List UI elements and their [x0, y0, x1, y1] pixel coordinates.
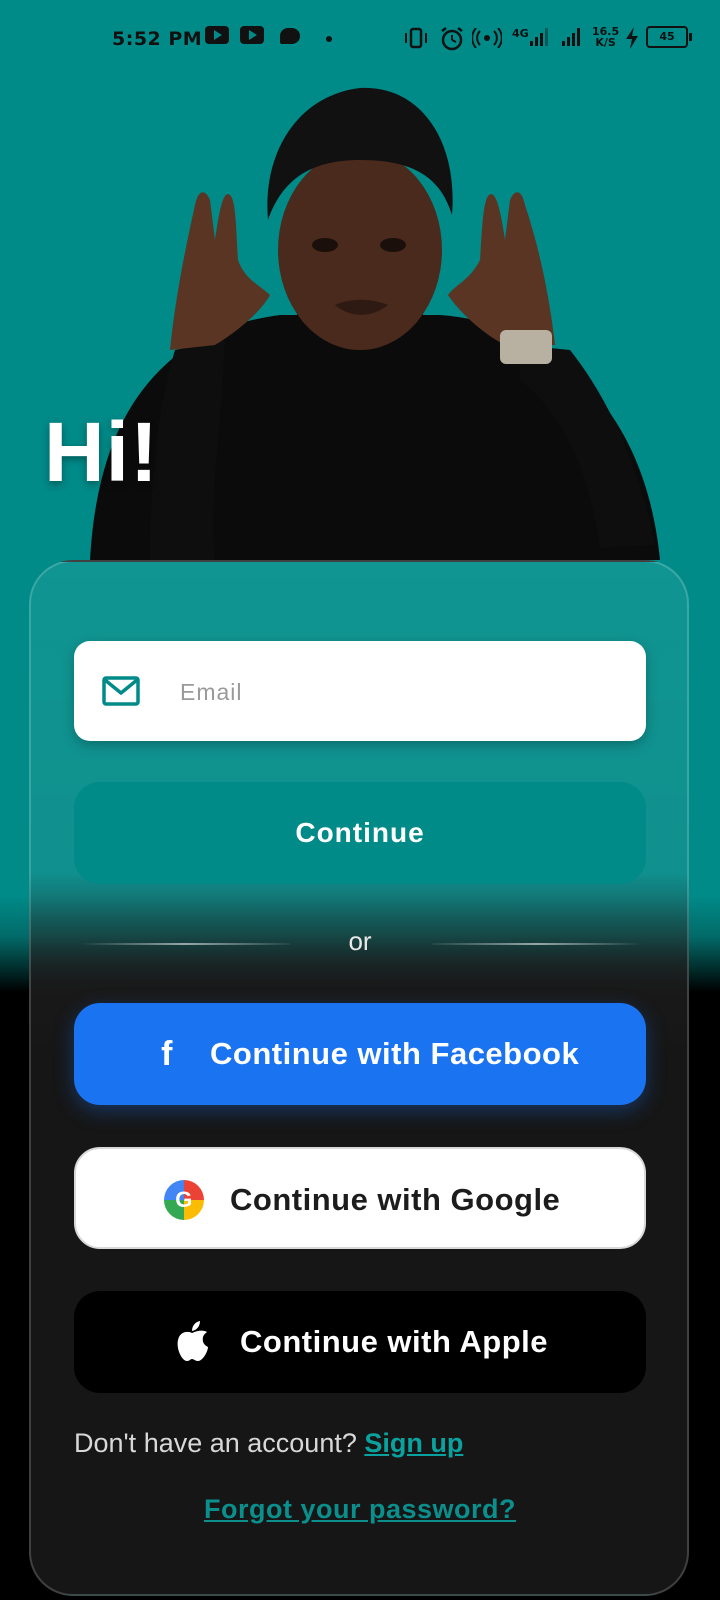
- signup-row: Don't have an account? Sign up: [74, 1428, 463, 1459]
- signup-link[interactable]: Sign up: [364, 1428, 463, 1458]
- forgot-password-link[interactable]: Forgot your password?: [0, 1494, 720, 1525]
- apple-icon: [177, 1321, 208, 1361]
- apple-button-label: Continue with Apple: [240, 1324, 548, 1359]
- google-icon: [164, 1180, 204, 1220]
- facebook-button-label: Continue with Facebook: [210, 1036, 580, 1071]
- data-speed-unit: K/S: [595, 36, 616, 49]
- signup-prompt: Don't have an account?: [74, 1428, 357, 1458]
- notification-dot-icon: [326, 36, 332, 42]
- battery-icon: 45: [646, 26, 692, 48]
- login-screen: Hi! 5:52 PM 4G 16.5 K/S 45 Email Continu…: [0, 0, 720, 1600]
- apple-login-button[interactable]: Continue with Apple: [74, 1291, 646, 1393]
- status-bar: 5:52 PM 4G 16.5 K/S 45: [0, 18, 720, 62]
- hotspot-icon: [472, 28, 502, 48]
- greeting-heading: Hi!: [44, 405, 159, 499]
- status-time: 5:52 PM: [112, 28, 203, 50]
- network-type: 4G: [512, 27, 529, 40]
- youtube-icon: [240, 26, 264, 44]
- charging-icon: [626, 27, 638, 49]
- signal-icon: [530, 28, 548, 46]
- divider-line-right: [432, 943, 642, 945]
- youtube-icon: [205, 26, 229, 44]
- or-divider-label: or: [348, 926, 372, 956]
- continue-button[interactable]: Continue: [74, 782, 646, 884]
- mail-icon: [102, 676, 140, 706]
- google-button-label: Continue with Google: [230, 1182, 561, 1217]
- facebook-login-button[interactable]: f Continue with Facebook: [74, 1003, 646, 1105]
- divider-line-left: [80, 943, 290, 945]
- alarm-icon: [441, 27, 463, 51]
- chat-icon: [280, 28, 300, 44]
- data-speed: 16.5 K/S: [592, 26, 619, 48]
- vibrate-icon: [405, 27, 427, 49]
- google-login-button[interactable]: Continue with Google: [74, 1147, 646, 1249]
- email-field[interactable]: [74, 641, 646, 741]
- signal-icon: [562, 28, 580, 46]
- email-input[interactable]: [178, 667, 622, 717]
- facebook-icon: f: [161, 1035, 173, 1073]
